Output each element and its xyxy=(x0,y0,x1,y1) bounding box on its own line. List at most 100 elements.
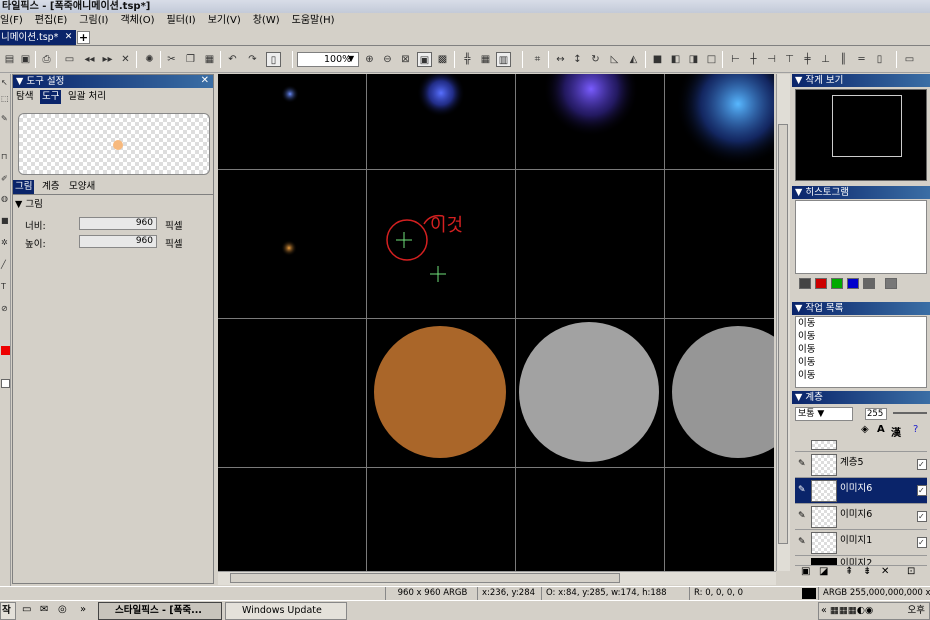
vertical-scroll-thumb[interactable] xyxy=(778,124,788,544)
tab-appearance[interactable]: 모양새 xyxy=(67,180,97,194)
rect-icon[interactable]: ■ xyxy=(1,216,10,225)
save-icon[interactable]: ▣ xyxy=(18,52,33,67)
delete-icon[interactable]: ✕ xyxy=(118,52,133,67)
tab-layer[interactable]: 계층 xyxy=(40,180,61,194)
chevron-down-icon[interactable]: ▼ xyxy=(348,54,354,63)
tab-batch[interactable]: 일괄 처리 xyxy=(66,90,108,104)
channel-green-icon[interactable] xyxy=(831,278,843,289)
layers-header[interactable]: ▼ 계층 xyxy=(792,391,930,404)
skew-icon[interactable]: ◺ xyxy=(607,52,622,67)
start-button[interactable]: 작 xyxy=(0,602,16,620)
distribute-h-icon[interactable]: ║ xyxy=(836,52,851,67)
palette-icon[interactable]: ◈ xyxy=(861,424,869,435)
list-item[interactable]: 이동 xyxy=(796,317,926,330)
distribute-v-icon[interactable]: ═ xyxy=(854,52,869,67)
duplicate-layer-icon[interactable]: ◪ xyxy=(819,566,828,577)
fullscreen-icon[interactable]: ▩ xyxy=(435,52,450,67)
taskbar-item-windows-update[interactable]: Windows Update xyxy=(225,602,347,620)
select-icon[interactable]: ⬚ xyxy=(1,94,10,103)
grid-icon[interactable]: ▦ xyxy=(478,52,493,67)
brush-icon[interactable]: ✐ xyxy=(1,174,10,183)
tray-expand-icon[interactable]: « xyxy=(821,605,827,616)
tab-image[interactable]: 그림 xyxy=(13,180,35,194)
distort-icon[interactable]: ◭ xyxy=(626,52,641,67)
visibility-check[interactable]: ✓ xyxy=(917,511,927,522)
flip-h-icon[interactable]: ↔ xyxy=(553,52,568,67)
align-left-icon[interactable]: ⊢ xyxy=(728,52,743,67)
visibility-check[interactable]: ✓ xyxy=(917,537,927,548)
opacity-field[interactable]: 255 xyxy=(865,408,887,420)
layer-row[interactable]: ✎ 이미지1 ✓ xyxy=(795,530,927,556)
width-field[interactable]: 960 xyxy=(79,217,157,230)
fit-icon[interactable]: ⊠ xyxy=(398,52,413,67)
channel-blue-icon[interactable] xyxy=(847,278,859,289)
layer-options-icon[interactable]: ⊡ xyxy=(907,566,915,577)
ruler-icon[interactable]: ╬ xyxy=(460,52,475,67)
layer-row[interactable] xyxy=(795,440,927,452)
close-icon[interactable]: ✕ xyxy=(63,32,74,43)
color-swatch-icon[interactable] xyxy=(1,346,10,355)
paste-icon[interactable]: ▦ xyxy=(202,52,217,67)
tab-tools[interactable]: 도구 xyxy=(40,90,62,104)
horizontal-scroll-thumb[interactable] xyxy=(230,573,620,583)
page-icon[interactable]: ▯ xyxy=(266,52,281,67)
expand-icon[interactable]: » xyxy=(80,604,86,615)
browser-icon[interactable]: ◎ xyxy=(58,604,67,615)
menu-edit[interactable]: 편집(E) xyxy=(35,13,68,29)
channel-rgb-icon[interactable] xyxy=(885,278,897,289)
menu-window[interactable]: 창(W) xyxy=(253,13,280,29)
actions-header[interactable]: ▼ 작업 목록 xyxy=(792,302,930,315)
text-style-icon[interactable]: A xyxy=(877,424,885,435)
stamp-icon[interactable]: ⊓ xyxy=(1,152,10,161)
rotate-icon[interactable]: ↻ xyxy=(588,52,603,67)
list-item[interactable]: 이동 xyxy=(796,369,926,382)
blend-mode-select[interactable]: 보통 ▼ xyxy=(795,407,853,421)
flip-v-icon[interactable]: ↕ xyxy=(570,52,585,67)
navigator-view[interactable] xyxy=(795,89,927,181)
new-tab-button[interactable]: + xyxy=(77,31,90,44)
desktop-icon[interactable]: ▭ xyxy=(22,604,31,615)
mail-icon[interactable]: ✉ xyxy=(40,604,48,615)
line-icon[interactable]: ╱ xyxy=(1,260,10,269)
navigator-header[interactable]: ▼ 작게 보기 xyxy=(792,74,930,87)
layer-row[interactable]: 이미지2 xyxy=(795,556,927,566)
bring-forward-icon[interactable]: ◧ xyxy=(668,52,683,67)
forward-icon[interactable]: ▸▸ xyxy=(100,52,115,67)
redo-icon[interactable]: ↷ xyxy=(245,52,260,67)
layer-row[interactable]: ✎ 이미지6 ✓ xyxy=(795,478,927,504)
height-field[interactable]: 960 xyxy=(79,235,157,248)
send-back-icon[interactable]: □ xyxy=(704,52,719,67)
pen-icon[interactable]: ✎ xyxy=(1,114,10,123)
hanja-icon[interactable]: 漢 xyxy=(891,424,901,439)
taskbar-item-tilepix[interactable]: 스타일픽스 - [폭죽... xyxy=(98,602,222,620)
bg-color-swatch-icon[interactable] xyxy=(1,379,10,388)
new-layer-icon[interactable]: ▣ xyxy=(801,566,810,577)
monitor-icon[interactable]: ▭ xyxy=(62,52,77,67)
crop-icon[interactable]: ⌗ xyxy=(530,52,545,67)
layer-row[interactable]: ✎ 계층5 ✓ xyxy=(795,452,927,478)
zoom-out-icon[interactable]: ⊖ xyxy=(380,52,395,67)
cut-icon[interactable]: ✂ xyxy=(164,52,179,67)
send-backward-icon[interactable]: ◨ xyxy=(686,52,701,67)
menu-file[interactable]: 일(F) xyxy=(0,13,23,29)
guide-icon[interactable]: ▥ xyxy=(496,52,511,67)
help-icon[interactable]: ? xyxy=(913,424,918,435)
menu-object[interactable]: 객체(O) xyxy=(120,13,154,29)
close-icon[interactable]: ✕ xyxy=(201,75,209,86)
align-right-icon[interactable]: ⊣ xyxy=(764,52,779,67)
list-item[interactable]: 이동 xyxy=(796,343,926,356)
pointer-icon[interactable]: ↖ xyxy=(1,78,10,87)
list-item[interactable]: 이동 xyxy=(796,330,926,343)
bring-front-icon[interactable]: ■ xyxy=(650,52,665,67)
copy-icon[interactable]: ❐ xyxy=(183,52,198,67)
gear-icon[interactable]: ✲ xyxy=(1,238,10,247)
visibility-check[interactable]: ✓ xyxy=(917,485,927,496)
list-item[interactable]: 이동 xyxy=(796,356,926,369)
zoom-in-icon[interactable]: ⊕ xyxy=(362,52,377,67)
layer-row[interactable]: ✎ 이미지6 ✓ xyxy=(795,504,927,530)
print-icon[interactable]: ⎙ xyxy=(39,52,54,67)
menu-help[interactable]: 도움말(H) xyxy=(292,13,335,29)
menu-view[interactable]: 보기(V) xyxy=(208,13,241,29)
open-icon[interactable]: ▤ xyxy=(2,52,17,67)
panel-icon[interactable]: ▭ xyxy=(902,52,917,67)
